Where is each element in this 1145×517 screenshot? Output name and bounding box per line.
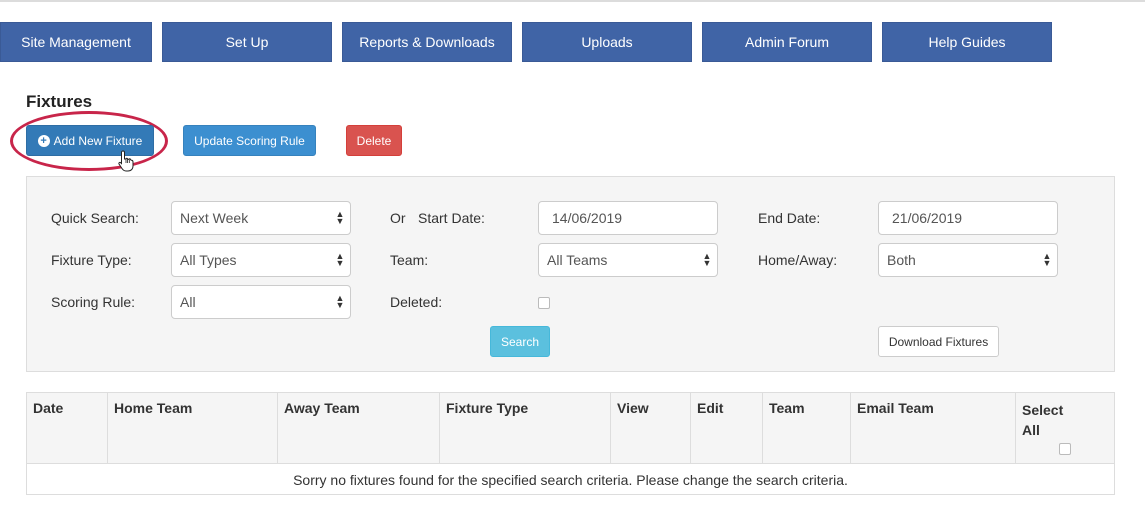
select-caret-icon: ▲ ▼: [335, 251, 345, 268]
deleted-label: Deleted:: [390, 294, 443, 310]
select-all-checkbox[interactable]: [1059, 443, 1071, 455]
nav-reports-downloads[interactable]: Reports & Downloads: [342, 22, 512, 62]
end-date-value: 21/06/2019: [892, 210, 963, 226]
select-caret-icon: ▲ ▼: [335, 209, 345, 226]
fixture-type-label: Fixture Type:: [51, 252, 132, 268]
nav-set-up[interactable]: Set Up: [162, 22, 332, 62]
column-header-email-team[interactable]: Email Team: [850, 393, 1015, 464]
team-value: All Teams: [547, 252, 608, 268]
quick-search-select[interactable]: Next Week ▲ ▼: [171, 201, 351, 235]
deleted-checkbox[interactable]: [538, 297, 550, 309]
nav-admin-forum[interactable]: Admin Forum: [702, 22, 872, 62]
home-away-label: Home/Away:: [758, 252, 838, 268]
nav-label: Reports & Downloads: [359, 34, 495, 50]
nav-label: Set Up: [225, 34, 269, 50]
plus-circle-icon: +: [37, 134, 50, 147]
home-away-value: Both: [887, 252, 916, 268]
column-header-away-team[interactable]: Away Team: [277, 393, 439, 464]
column-header-view[interactable]: View: [610, 393, 690, 464]
home-away-select[interactable]: Both ▲ ▼: [878, 243, 1058, 277]
team-select[interactable]: All Teams ▲ ▼: [538, 243, 718, 277]
nav-label: Admin Forum: [744, 34, 830, 50]
column-header-fixture-type[interactable]: Fixture Type: [439, 393, 610, 464]
hand-pointer-icon: [118, 150, 134, 172]
start-date-value: 14/06/2019: [552, 210, 623, 226]
delete-button[interactable]: Delete: [346, 125, 402, 156]
column-header-date[interactable]: Date: [27, 393, 107, 464]
delete-label: Delete: [356, 133, 392, 148]
search-button-label: Search: [500, 334, 540, 349]
nav-label: Help Guides: [928, 34, 1006, 50]
empty-message: Sorry no fixtures found for the specifie…: [293, 471, 848, 488]
table-header: Date Home Team Away Team Fixture Type Vi…: [27, 393, 1114, 464]
scoring-rule-label: Scoring Rule:: [51, 294, 136, 310]
update-scoring-rule-label: Update Scoring Rule: [194, 133, 305, 148]
select-caret-icon: ▲ ▼: [1042, 251, 1052, 268]
quick-search-value: Next Week: [180, 210, 249, 226]
fixtures-table: Date Home Team Away Team Fixture Type Vi…: [26, 392, 1115, 495]
end-date-label: End Date:: [758, 210, 821, 226]
download-fixtures-label: Download Fixtures: [888, 334, 989, 349]
select-caret-icon: ▲ ▼: [335, 293, 345, 310]
start-date-input[interactable]: 14/06/2019: [538, 201, 718, 235]
page-title: Fixtures: [26, 92, 93, 111]
nav-uploads[interactable]: Uploads: [522, 22, 692, 62]
add-new-fixture-label: Add New Fixture: [53, 133, 143, 148]
fixture-type-value: All Types: [180, 252, 237, 268]
or-label: Or: [390, 210, 406, 226]
scoring-rule-select[interactable]: All ▲ ▼: [171, 285, 351, 319]
update-scoring-rule-button[interactable]: Update Scoring Rule: [183, 125, 316, 156]
select-caret-icon: ▲ ▼: [702, 251, 712, 268]
top-divider: [0, 0, 1145, 2]
column-header-home-team[interactable]: Home Team: [107, 393, 277, 464]
nav-help-guides[interactable]: Help Guides: [882, 22, 1052, 62]
team-label: Team:: [390, 252, 429, 268]
start-date-label: Start Date:: [418, 210, 485, 226]
nav-site-management[interactable]: Site Management: [0, 22, 152, 62]
end-date-input[interactable]: 21/06/2019: [878, 201, 1058, 235]
column-header-team[interactable]: Team: [762, 393, 850, 464]
scoring-rule-value: All: [180, 294, 196, 310]
fixture-type-select[interactable]: All Types ▲ ▼: [171, 243, 351, 277]
column-header-edit[interactable]: Edit: [690, 393, 762, 464]
nav-label: Site Management: [21, 34, 131, 50]
nav-label: Uploads: [581, 34, 633, 50]
quick-search-label: Quick Search:: [51, 210, 139, 226]
search-button[interactable]: Search: [490, 326, 550, 357]
download-fixtures-button[interactable]: Download Fixtures: [878, 326, 999, 357]
